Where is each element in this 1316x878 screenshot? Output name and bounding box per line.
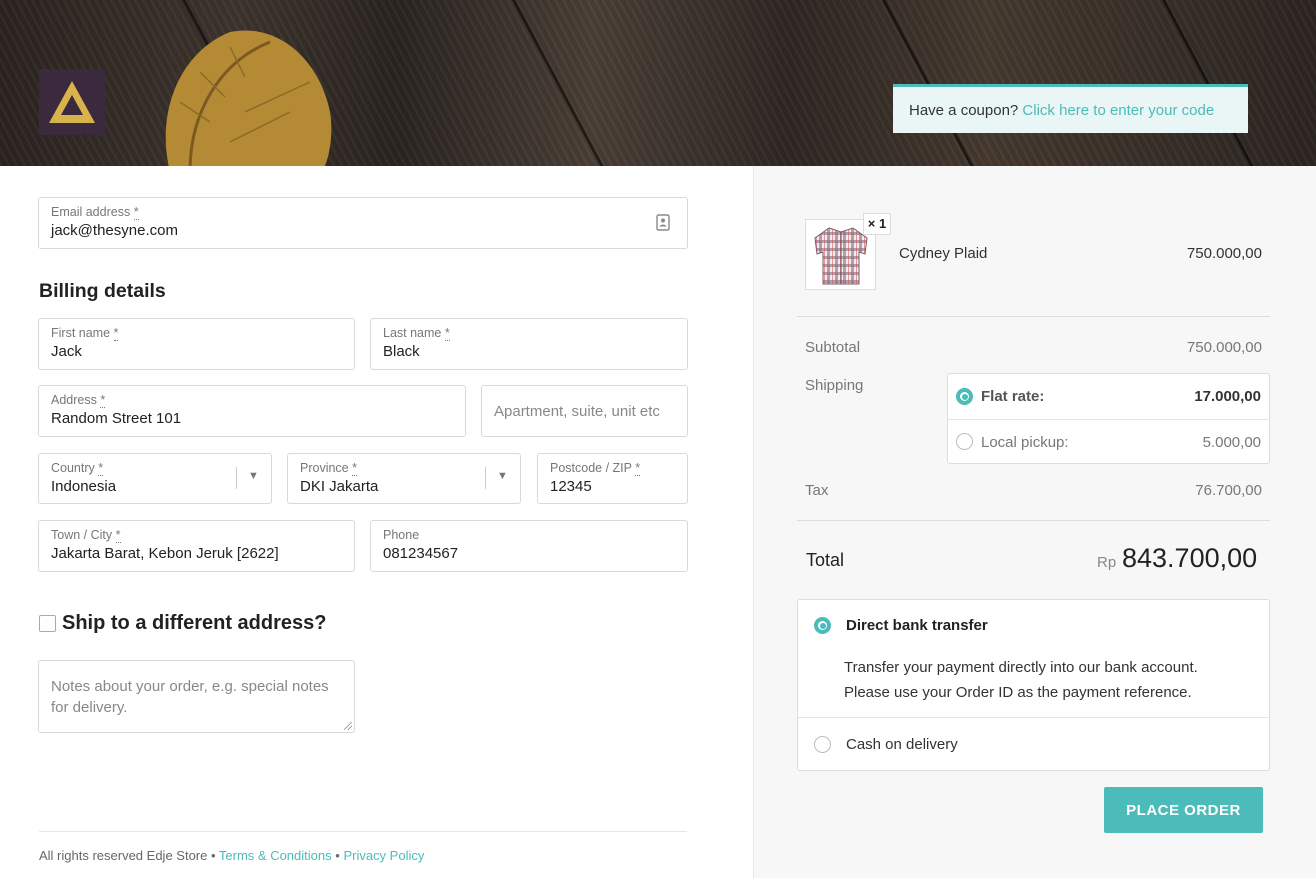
chevron-down-icon: ▼ [497, 470, 508, 482]
postcode-value: 12345 [550, 478, 592, 495]
coupon-prefix: Have a coupon? [909, 102, 1019, 119]
town-label: Town / City * [51, 528, 121, 543]
province-label: Province * [300, 461, 357, 476]
phone-value: 081234567 [383, 545, 459, 562]
shipping-label: Shipping [805, 377, 864, 394]
postcode-field[interactable]: Postcode / ZIP * 12345 [537, 453, 688, 504]
postcode-label: Postcode / ZIP * [550, 461, 641, 476]
chevron-down-icon: ▼ [248, 470, 259, 482]
total-value: 843.700,00 [1122, 543, 1258, 573]
product-price: 750.000,00 [1186, 245, 1262, 262]
product-name: Cydney Plaid [899, 245, 988, 262]
tax-value: 76.700,00 [1195, 482, 1262, 499]
tax-label: Tax [805, 482, 829, 499]
phone-label: Phone [383, 528, 420, 542]
footer-separator: • [335, 848, 340, 863]
local-pickup-radio[interactable] [956, 433, 973, 450]
country-label: Country * [51, 461, 104, 476]
last-name-value: Black [383, 343, 420, 360]
coupon-link[interactable]: Click here to enter your code [1022, 102, 1214, 119]
payment-divider [798, 717, 1269, 718]
town-value: Jakarta Barat, Kebon Jeruk [2622] [51, 545, 279, 562]
bank-transfer-radio[interactable] [814, 617, 831, 634]
address-value: Random Street 101 [51, 410, 182, 427]
bank-transfer-desc-line-1: Transfer your payment directly into our … [844, 659, 1198, 676]
address2-field[interactable]: Apartment, suite, unit etc [481, 385, 688, 437]
payment-methods: Direct bank transfer Transfer your payme… [797, 599, 1270, 771]
shipping-options: Flat rate: 17.000,00 Local pickup: 5.000… [947, 373, 1270, 464]
email-value: jack@thesyne.com [51, 222, 178, 239]
ship-different-checkbox[interactable] [39, 615, 56, 632]
last-name-label: Last name * [383, 326, 450, 341]
order-notes-textarea[interactable]: Notes about your order, e.g. special not… [38, 660, 355, 733]
shipping-option-local-pickup[interactable]: Local pickup: 5.000,00 [948, 419, 1269, 464]
address-label: Address * [51, 393, 106, 408]
footer-copyright: All rights reserved Edje Store • [39, 848, 216, 863]
flat-rate-value: 17.000,00 [1194, 388, 1261, 405]
terms-link[interactable]: Terms & Conditions [219, 848, 332, 863]
total-currency: Rp [1097, 554, 1117, 571]
cod-radio[interactable] [814, 736, 831, 753]
town-field[interactable]: Town / City * Jakarta Barat, Kebon Jeruk… [38, 520, 355, 572]
billing-title: Billing details [39, 280, 166, 302]
subtotal-value: 750.000,00 [1186, 339, 1262, 356]
product-quantity-badge: × 1 [863, 213, 891, 235]
local-pickup-label: Local pickup: [981, 434, 1069, 451]
province-value: DKI Jakarta [300, 478, 379, 495]
first-name-label: First name * [51, 326, 119, 341]
summary-divider [797, 520, 1270, 521]
contact-card-icon [656, 214, 670, 231]
subtotal-label: Subtotal [805, 339, 861, 356]
select-separator [236, 467, 237, 489]
ship-different-toggle[interactable]: Ship to a different address? [39, 612, 326, 635]
last-name-field[interactable]: Last name * Black [370, 318, 688, 370]
header-banner: Have a coupon? Click here to enter your … [0, 0, 1316, 166]
email-field[interactable]: Email address * jack@thesyne.com [38, 197, 688, 249]
coupon-notice: Have a coupon? Click here to enter your … [893, 84, 1248, 133]
country-value: Indonesia [51, 478, 117, 495]
local-pickup-value: 5.000,00 [1202, 434, 1261, 451]
cod-label[interactable]: Cash on delivery [846, 736, 958, 753]
phone-field[interactable]: Phone 081234567 [370, 520, 688, 572]
shipping-option-flat-rate[interactable]: Flat rate: 17.000,00 [948, 374, 1269, 419]
order-notes-placeholder: Notes about your order, e.g. special not… [51, 678, 329, 716]
footer-divider [39, 831, 687, 832]
place-order-button[interactable]: PLACE ORDER [1104, 787, 1263, 833]
bank-transfer-desc-line-2: Please use your Order ID as the payment … [844, 684, 1192, 701]
summary-divider [797, 316, 1270, 317]
resize-handle-icon[interactable] [344, 722, 352, 730]
store-logo[interactable] [39, 69, 105, 135]
privacy-link[interactable]: Privacy Policy [343, 848, 424, 863]
select-separator [485, 467, 486, 489]
bank-transfer-label[interactable]: Direct bank transfer [846, 617, 988, 634]
province-select[interactable]: Province * DKI Jakarta ▼ [287, 453, 521, 504]
country-select[interactable]: Country * Indonesia ▼ [38, 453, 272, 504]
shirt-image [813, 226, 868, 284]
logo-triangle-icon [49, 81, 95, 123]
bank-transfer-description: Transfer your payment directly into our … [844, 655, 1198, 705]
footer: All rights reserved Edje Store • Terms &… [39, 848, 424, 863]
flat-rate-radio[interactable] [956, 388, 973, 405]
total-label: Total [806, 550, 845, 570]
first-name-value: Jack [51, 343, 82, 360]
email-label: Email address * [51, 205, 139, 220]
address2-placeholder: Apartment, suite, unit etc [494, 403, 660, 420]
ship-different-label: Ship to a different address? [62, 612, 327, 634]
first-name-field[interactable]: First name * Jack [38, 318, 355, 370]
flat-rate-label: Flat rate: [981, 388, 1045, 405]
address-field[interactable]: Address * Random Street 101 [38, 385, 466, 437]
leaf-image [165, 30, 332, 166]
